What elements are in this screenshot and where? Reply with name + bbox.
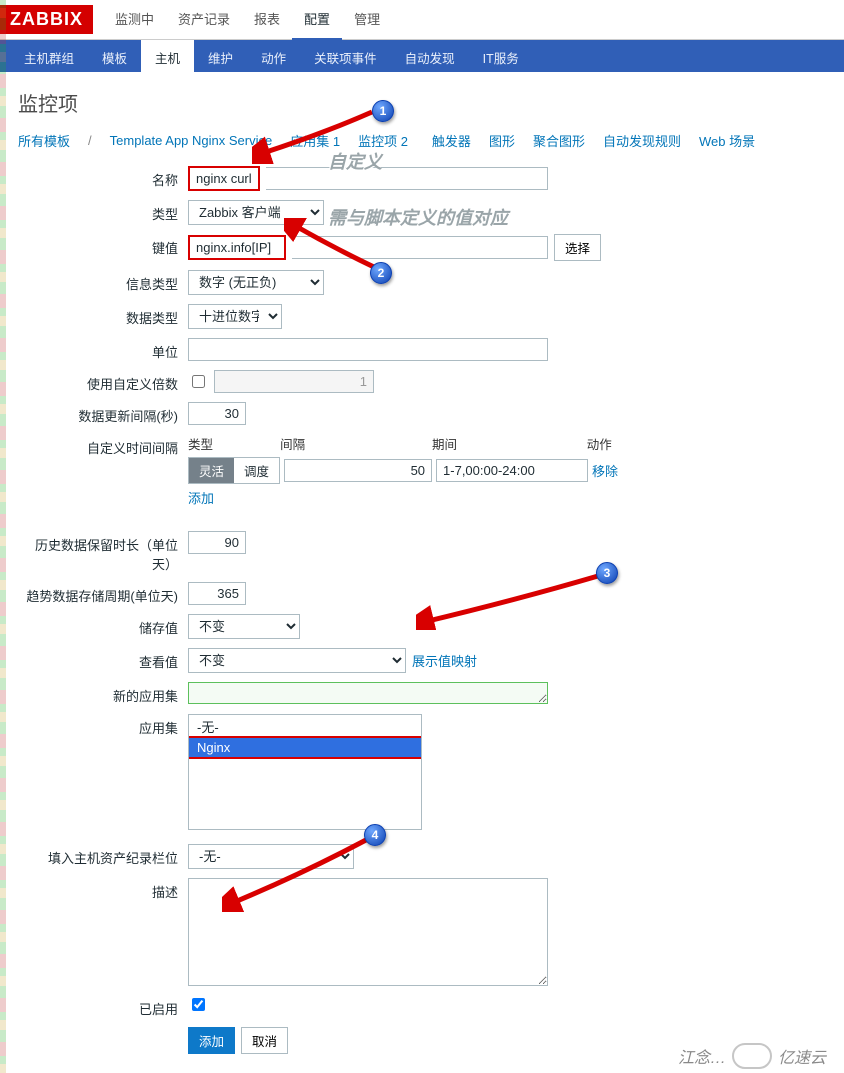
top-nav: 监测中 资产记录 报表 配置 管理: [103, 0, 392, 41]
enabled-checkbox[interactable]: [192, 998, 205, 1011]
interval-remove-link[interactable]: 移除: [592, 461, 618, 480]
multiplier-value[interactable]: [214, 370, 374, 393]
decorative-left-stripe: [0, 0, 6, 1073]
breadcrumb-sep: /: [88, 133, 92, 148]
trends-input[interactable]: [188, 582, 246, 605]
type-select[interactable]: Zabbix 客户端: [188, 200, 324, 225]
history-input[interactable]: [188, 531, 246, 554]
label-applications: 应用集: [18, 714, 188, 737]
watermark: 江念… 亿速云: [678, 1043, 826, 1069]
watermark-text: 亿速云: [778, 1044, 826, 1068]
app-option-none[interactable]: -无-: [189, 715, 421, 738]
key-input-rest[interactable]: [292, 236, 548, 259]
tab-screens[interactable]: 聚合图形: [533, 131, 585, 150]
interval-head-type: 类型: [188, 434, 280, 453]
label-history: 历史数据保留时长（单位天）: [18, 531, 188, 573]
name-input[interactable]: [188, 166, 260, 191]
unit-input[interactable]: [188, 338, 548, 361]
item-form: 名称 类型 Zabbix 客户端 键值 选择 信息类型: [18, 160, 826, 1054]
interval-seg-sched[interactable]: 调度: [234, 458, 279, 483]
tab-triggers[interactable]: 触发器: [432, 131, 471, 150]
subnav-actions[interactable]: 动作: [247, 40, 300, 72]
label-custom-intervals: 自定义时间间隔: [18, 434, 188, 457]
interval-head-interval: 间隔: [280, 434, 432, 453]
label-info-type: 信息类型: [18, 270, 188, 293]
topnav-admin[interactable]: 管理: [342, 0, 392, 41]
label-trends: 趋势数据存储周期(单位天): [18, 582, 188, 605]
label-name: 名称: [18, 166, 188, 189]
subnav-correlation[interactable]: 关联项事件: [300, 40, 391, 72]
tab-graphs[interactable]: 图形: [489, 131, 515, 150]
subnav-maintenance[interactable]: 维护: [194, 40, 247, 72]
annotation-text-custom: 自定义: [328, 148, 382, 174]
key-input[interactable]: [188, 235, 286, 260]
topnav-monitor[interactable]: 监测中: [103, 0, 166, 41]
app-option-nginx[interactable]: Nginx: [188, 736, 422, 759]
show-value-map-link[interactable]: 展示值映射: [412, 651, 477, 670]
store-value-select[interactable]: 不变: [188, 614, 300, 639]
annotation-badge-4: 4: [364, 824, 386, 846]
label-inventory: 填入主机资产纪录栏位: [18, 844, 188, 867]
cancel-button[interactable]: 取消: [241, 1027, 288, 1054]
label-description: 描述: [18, 878, 188, 901]
interval-period-input[interactable]: [436, 459, 588, 482]
interval-seg-flex[interactable]: 灵活: [189, 458, 234, 483]
show-value-select[interactable]: 不变: [188, 648, 406, 673]
page-title: 监控项: [18, 88, 826, 117]
label-data-type: 数据类型: [18, 304, 188, 327]
interval-header: 类型 间隔 期间 动作: [188, 434, 626, 453]
topnav-inventory[interactable]: 资产记录: [166, 0, 242, 41]
subnav-templates[interactable]: 模板: [88, 40, 141, 72]
annotation-text-match-script: 需与脚本定义的值对应: [328, 204, 508, 230]
logo: ZABBIX: [0, 5, 93, 34]
label-key: 键值: [18, 234, 188, 257]
interval-type-segment[interactable]: 灵活 调度: [188, 457, 280, 484]
update-interval-input[interactable]: [188, 402, 246, 425]
data-type-select[interactable]: 十进位数字: [188, 304, 282, 329]
label-multiplier: 使用自定义倍数: [18, 370, 188, 393]
interval-head-period: 期间: [432, 434, 587, 453]
label-new-app: 新的应用集: [18, 682, 188, 705]
label-spacer: [18, 1027, 188, 1031]
label-show-value: 查看值: [18, 648, 188, 671]
subnav-discovery[interactable]: 自动发现: [391, 40, 469, 72]
label-update-interval: 数据更新间隔(秒): [18, 402, 188, 425]
breadcrumb-template[interactable]: Template App Nginx Service: [110, 133, 273, 148]
name-input-rest[interactable]: [266, 167, 548, 190]
annotation-badge-3: 3: [596, 562, 618, 584]
top-bar: ZABBIX 监测中 资产记录 报表 配置 管理: [0, 0, 844, 40]
sub-nav: 主机群组 模板 主机 维护 动作 关联项事件 自动发现 IT服务: [0, 40, 844, 72]
label-store-value: 储存值: [18, 614, 188, 637]
applications-list[interactable]: -无- Nginx: [188, 714, 422, 830]
label-enabled: 已启用: [18, 995, 188, 1018]
submit-button[interactable]: 添加: [188, 1027, 235, 1054]
multiplier-checkbox[interactable]: [192, 375, 205, 388]
label-type: 类型: [18, 200, 188, 223]
annotation-badge-1: 1: [372, 100, 394, 122]
tab-discovery[interactable]: 自动发现规则: [603, 131, 681, 150]
context-tabs: 所有模板 / Template App Nginx Service 应用集 1 …: [18, 127, 826, 160]
interval-add-link[interactable]: 添加: [188, 491, 214, 506]
key-select-button[interactable]: 选择: [554, 234, 601, 261]
info-type-select[interactable]: 数字 (无正负): [188, 270, 324, 295]
new-application-input[interactable]: [188, 682, 548, 704]
description-textarea[interactable]: [188, 878, 548, 986]
inventory-select[interactable]: -无-: [188, 844, 354, 869]
subnav-hostgroups[interactable]: 主机群组: [10, 40, 88, 72]
tab-web[interactable]: Web 场景: [699, 131, 755, 150]
subnav-it-services[interactable]: IT服务: [469, 40, 533, 72]
breadcrumb-all-templates[interactable]: 所有模板: [18, 131, 70, 150]
topnav-config[interactable]: 配置: [292, 0, 342, 41]
cloud-icon: [732, 1043, 772, 1069]
label-unit: 单位: [18, 338, 188, 361]
topnav-reports[interactable]: 报表: [242, 0, 292, 41]
subnav-hosts[interactable]: 主机: [141, 40, 194, 72]
interval-interval-input[interactable]: [284, 459, 432, 482]
annotation-badge-2: 2: [370, 262, 392, 284]
interval-head-action: 动作: [587, 434, 626, 453]
